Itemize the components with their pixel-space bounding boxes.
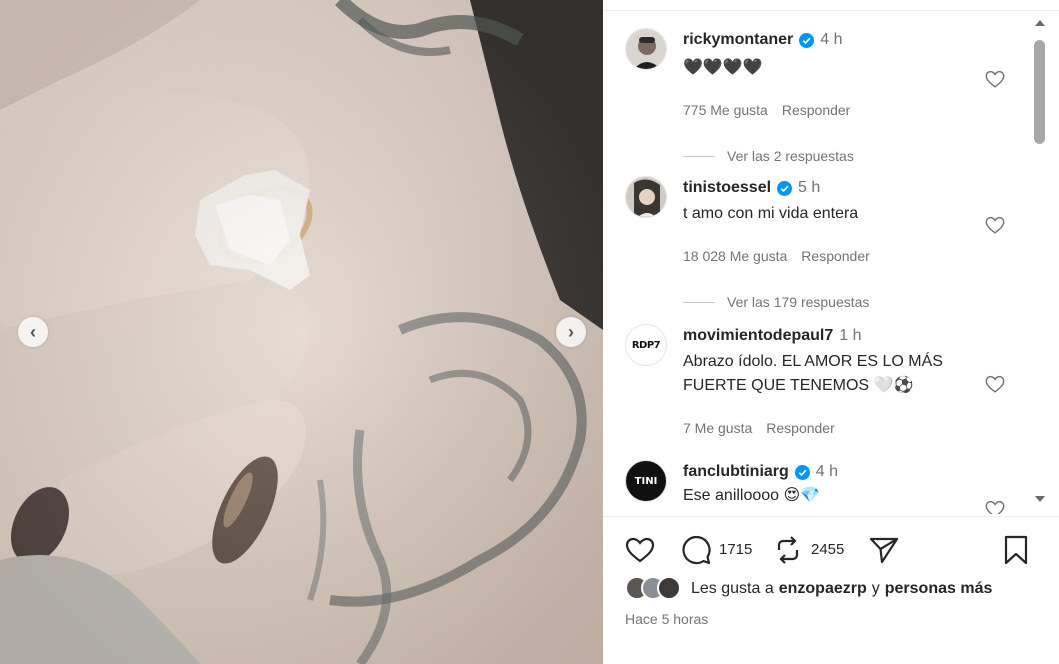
carousel-prev-button[interactable]: ‹: [18, 317, 48, 347]
avatar[interactable]: RDP7: [625, 324, 667, 366]
avatar-logo: RDP7: [631, 339, 661, 351]
heart-icon[interactable]: [623, 533, 657, 567]
heart-icon[interactable]: [984, 498, 1006, 514]
scroll-down-arrow[interactable]: [1035, 496, 1045, 502]
view-replies-button[interactable]: Ver las 2 respuestas: [683, 148, 854, 164]
comment-text: Ese anilloooo 😍💎: [683, 487, 821, 504]
comment-item: TINI fanclubtiniarg 4 h Ese anilloooo 😍💎: [603, 460, 1031, 514]
liked-by: Les gusta a enzopaezrp y personas más: [625, 576, 997, 602]
liked-by-prefix: Les gusta a: [691, 580, 774, 597]
avatar-logo: TINI: [634, 475, 658, 487]
bookmark-icon[interactable]: [999, 533, 1033, 567]
comment-meta: 18 028 Me gusta Responder: [683, 248, 884, 264]
comment-icon[interactable]: [679, 533, 713, 567]
verified-icon: [777, 180, 793, 196]
comment-time: 4 h: [820, 31, 843, 48]
comment-meta: 775 Me gusta Responder: [683, 102, 864, 118]
avatar: [657, 576, 681, 600]
comments-list[interactable]: rickymontaner 4 h 🖤🖤🖤🖤 775 Me gusta Respo…: [603, 12, 1031, 514]
comment-text: Abrazo ídolo. EL AMOR ES LO MÁS FUERTE Q…: [683, 353, 943, 394]
heart-icon[interactable]: [984, 68, 1006, 90]
avatar[interactable]: TINI: [625, 460, 667, 502]
comment-username[interactable]: fanclubtiniarg 4 h: [683, 463, 838, 481]
comment-time: 5 h: [798, 179, 821, 196]
comment-item: rickymontaner 4 h 🖤🖤🖤🖤 775 Me gusta Respo…: [603, 28, 1031, 164]
photo-image: [0, 0, 603, 664]
action-bar: 1715 2455: [623, 533, 1043, 567]
share-icon[interactable]: [867, 533, 901, 567]
reposts-count[interactable]: 2455: [811, 541, 844, 558]
view-replies-button[interactable]: Ver las 179 respuestas: [683, 294, 869, 310]
reply-button[interactable]: Responder: [782, 102, 851, 118]
reply-button[interactable]: Responder: [766, 420, 835, 436]
heart-icon[interactable]: [984, 214, 1006, 236]
liked-by-others[interactable]: personas más: [885, 580, 993, 598]
comment-likes[interactable]: 7 Me gusta: [683, 420, 752, 436]
carousel-next-button[interactable]: ›: [556, 317, 586, 347]
comment-time: 4 h: [815, 463, 839, 480]
heart-icon[interactable]: [984, 373, 1006, 395]
post-timestamp[interactable]: Hace 5 horas: [625, 611, 708, 627]
liked-by-avatars[interactable]: [625, 576, 687, 602]
reply-button[interactable]: Responder: [801, 248, 870, 264]
post-photo: ‹ ›: [0, 0, 603, 664]
scroll-up-arrow[interactable]: [1035, 20, 1045, 26]
liked-by-user[interactable]: enzopaezrp: [779, 580, 867, 598]
divider: [683, 155, 715, 157]
chevron-right-icon: ›: [568, 321, 574, 342]
scroll-thumb[interactable]: [1034, 40, 1045, 144]
comments-count[interactable]: 1715: [719, 541, 752, 558]
divider: [603, 10, 1059, 11]
divider: [603, 516, 1059, 517]
comments-scrollbar[interactable]: [1031, 12, 1048, 514]
comment-item: tinistoessel 5 h t amo con mi vida enter…: [603, 176, 1031, 310]
divider: [683, 301, 715, 303]
comment-likes[interactable]: 775 Me gusta: [683, 102, 768, 118]
avatar[interactable]: [625, 28, 667, 70]
comment-meta: 7 Me gusta Responder: [683, 420, 849, 436]
comment-text: t amo con mi vida entera: [683, 205, 859, 222]
comment-likes[interactable]: 18 028 Me gusta: [683, 248, 787, 264]
comment-username[interactable]: rickymontaner 4 h: [683, 31, 843, 49]
post-sidebar: rickymontaner 4 h 🖤🖤🖤🖤 775 Me gusta Respo…: [603, 0, 1059, 664]
repost-icon[interactable]: [771, 533, 805, 567]
chevron-left-icon: ‹: [30, 321, 36, 342]
verified-icon: [799, 32, 815, 48]
comment-username[interactable]: movimientodepaul7 1 h: [683, 327, 862, 345]
comment-item: RDP7 movimientodepaul7 1 h Abrazo ídolo.…: [603, 324, 1031, 436]
comment-time: 1 h: [839, 327, 862, 344]
comment-text: 🖤🖤🖤🖤: [683, 59, 763, 76]
avatar[interactable]: [625, 176, 667, 218]
verified-icon: [794, 464, 810, 480]
liked-by-conj: y: [871, 580, 880, 597]
comment-username[interactable]: tinistoessel 5 h: [683, 179, 820, 197]
